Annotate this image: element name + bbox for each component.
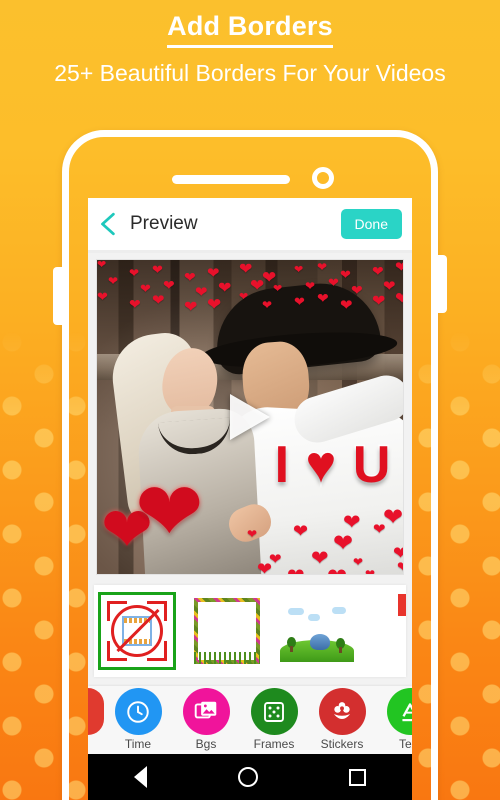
- cloud-icon: [308, 614, 320, 621]
- toolbar-label-frames: Frames: [253, 737, 295, 751]
- back-chevron-icon[interactable]: [96, 211, 122, 237]
- clock-icon: [114, 688, 162, 735]
- play-icon[interactable]: [230, 394, 270, 440]
- phone-camera: [312, 167, 334, 189]
- balloons-art: [398, 594, 406, 616]
- home-circle-icon[interactable]: [237, 767, 258, 787]
- tree-icon: [287, 637, 296, 652]
- done-button[interactable]: Done: [340, 209, 402, 239]
- recents-square-icon[interactable]: [349, 768, 367, 786]
- text-a-icon: [386, 688, 412, 735]
- toolbar-label-stickers: Stickers: [320, 737, 364, 751]
- phone-screen: Preview Done ❤ ❤ ❤ ❤ ❤ ❤ ❤ ❤ ❤ ❤ ❤ ❤ ❤ ❤ ❤ ❤ ❤ ❤ ❤ ❤ ❤ ❤ ❤ ❤ ❤ ❤ ❤…: [88, 198, 412, 800]
- frames-thumbnail-strip[interactable]: Happy Bi: [94, 585, 406, 677]
- promo-header: Add Borders 25+ Beautiful Borders For Yo…: [0, 0, 500, 120]
- cloud-icon: [288, 608, 304, 615]
- toolbar-item-text[interactable]: Text: [376, 686, 412, 751]
- grid-icon: [250, 688, 298, 735]
- toolbar-item-stickers[interactable]: Stickers: [308, 686, 376, 751]
- android-nav-bar: [88, 754, 412, 800]
- frame-thumb-landscape[interactable]: [278, 592, 356, 670]
- images-icon: [182, 688, 230, 735]
- frame-thumb-no-frame[interactable]: [98, 592, 176, 670]
- app-bar: Preview Done: [88, 198, 412, 250]
- phone-earpiece: [172, 175, 290, 184]
- flower-icon: [318, 688, 366, 735]
- frame-thumb-birthday[interactable]: Happy Bi: [368, 592, 406, 670]
- toolbar-label-time: Time: [124, 737, 152, 751]
- editor-toolbar[interactable]: Time Bgs Frames Stickers Te: [88, 686, 412, 754]
- video-preview[interactable]: ❤ ❤ ❤ ❤ ❤ ❤ ❤ ❤ ❤ ❤ ❤ ❤ ❤ ❤ ❤ ❤ ❤ ❤ ❤ ❤ ❤ ❤ ❤ ❤ ❤ ❤ ❤ ❤ ❤ ❤ ❤ ❤ ❤ ❤ ❤ ❤ ❤ ❤ ❤…: [96, 259, 404, 575]
- toolbar-item-time[interactable]: Time: [104, 686, 172, 751]
- i-love-you-sticker: I ♥ U: [273, 435, 392, 496]
- video-preview-container: ❤ ❤ ❤ ❤ ❤ ❤ ❤ ❤ ❤ ❤ ❤ ❤ ❤ ❤ ❤ ❤ ❤ ❤ ❤ ❤ ❤ ❤ ❤ ❤ ❤ ❤ ❤ ❤ ❤ ❤ ❤ ❤ ❤ ❤ ❤ ❤ ❤ ❤ ❤…: [88, 253, 412, 575]
- big-hearts-sticker: ❤ ❤: [101, 467, 204, 565]
- grass-art: [194, 652, 260, 664]
- page-title: Add Borders: [167, 0, 333, 49]
- phone-side-button-right: [438, 255, 447, 313]
- rock-art: [310, 634, 330, 650]
- toolbar-item-partial-offscreen[interactable]: [88, 688, 104, 735]
- app-bar-title: Preview: [130, 213, 198, 234]
- tree-icon: [336, 638, 345, 653]
- back-triangle-icon[interactable]: [133, 766, 147, 788]
- frame-thumb-floral[interactable]: [188, 592, 266, 670]
- toolbar-label-text: Text: [398, 737, 412, 751]
- cloud-icon: [332, 607, 346, 614]
- toolbar-item-frames[interactable]: Frames: [240, 686, 308, 751]
- toolbar-item-bgs[interactable]: Bgs: [172, 686, 240, 751]
- toolbar-label-bgs: Bgs: [195, 737, 217, 751]
- page-subtitle: 25+ Beautiful Borders For Your Videos: [54, 60, 446, 87]
- phone-side-button-left: [53, 267, 62, 325]
